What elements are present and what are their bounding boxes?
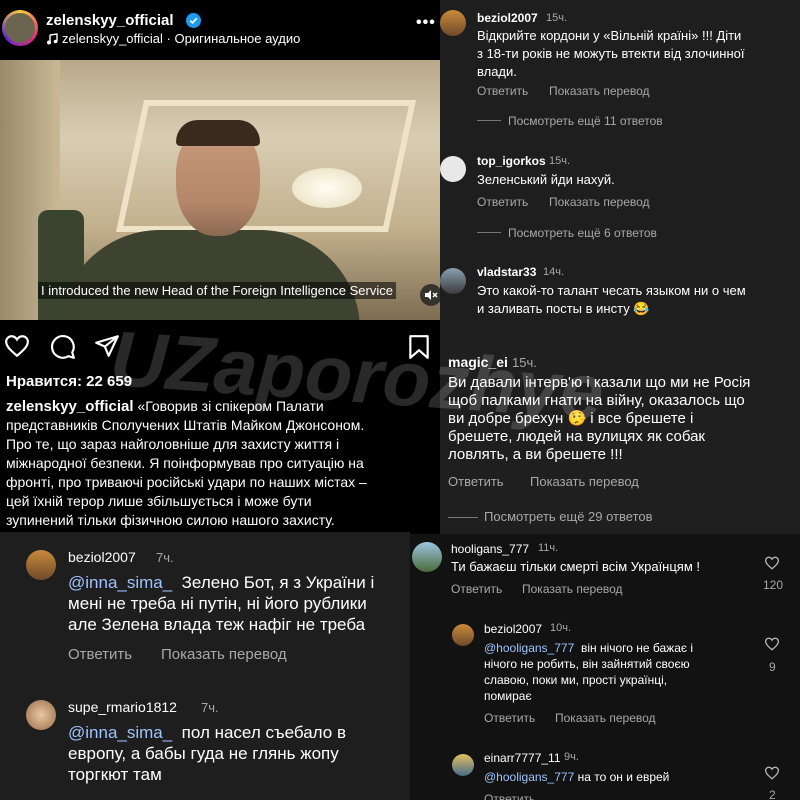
- bookmark-save-icon[interactable]: [408, 334, 430, 360]
- comment-text: Ви давали інтерв'ю і казали що ми не Рос…: [448, 374, 751, 463]
- caption-username[interactable]: zelenskyy_official: [6, 398, 134, 415]
- mention-link[interactable]: @inna_sima_: [68, 573, 172, 592]
- comment-username[interactable]: beziol2007: [484, 622, 542, 636]
- mute-button[interactable]: [420, 284, 440, 306]
- speaker-body: [60, 230, 360, 320]
- comment-time: 15ч.: [546, 12, 568, 24]
- speaker-hair: [176, 120, 260, 146]
- likes-count[interactable]: Нравится: 22 659: [6, 373, 132, 390]
- commenter-avatar[interactable]: [452, 754, 474, 776]
- replies-divider: [448, 517, 478, 518]
- comment-like-count: 9: [769, 660, 776, 674]
- view-replies-button[interactable]: Посмотреть ещё 6 ответов: [508, 226, 657, 240]
- caption-line-4: фронті, про триваючі російські удари по …: [6, 474, 367, 490]
- commenter-avatar[interactable]: [26, 550, 56, 580]
- mention-link[interactable]: @hooligans_777: [484, 641, 574, 655]
- reply-button[interactable]: Ответить: [477, 195, 528, 209]
- comment-like-heart-icon[interactable]: [764, 637, 780, 651]
- mention-link[interactable]: @inna_sima_: [68, 723, 172, 742]
- comment-username[interactable]: beziol2007: [477, 11, 538, 25]
- commenter-avatar[interactable]: [26, 700, 56, 730]
- reply-button[interactable]: Ответить: [477, 84, 528, 98]
- comment-time: 15ч.: [549, 155, 571, 167]
- replies-divider: [477, 120, 501, 121]
- verified-badge-icon: [186, 13, 201, 28]
- view-replies-button[interactable]: Посмотреть ещё 29 ответов: [484, 509, 653, 524]
- commenter-avatar[interactable]: [452, 624, 474, 646]
- caption-line-3: міжнародної безпеки. Я поінформував про …: [6, 455, 364, 471]
- reply-button[interactable]: Ответить: [484, 711, 535, 725]
- comment-like-count: 2: [769, 788, 776, 800]
- comment-username[interactable]: hooligans_777: [451, 542, 529, 556]
- caption-line-1: представників Сполучених Штатів Майком Д…: [6, 417, 365, 433]
- comment-like-count: 120: [763, 578, 784, 592]
- comment-bubble-icon[interactable]: [50, 334, 76, 360]
- post-username[interactable]: zelenskyy_official: [46, 12, 174, 29]
- view-replies-button[interactable]: Посмотреть ещё 11 ответов: [508, 114, 663, 128]
- translate-button[interactable]: Показать перевод: [549, 195, 650, 209]
- music-note-icon: [47, 33, 58, 45]
- comment-time: 10ч.: [550, 622, 572, 634]
- comment-username[interactable]: beziol2007: [68, 549, 136, 565]
- translate-button[interactable]: Показать перевод: [161, 646, 287, 663]
- comment-time: 7ч.: [201, 700, 219, 715]
- comment-username[interactable]: magic_ei: [448, 354, 508, 370]
- reply-button[interactable]: Ответить: [68, 646, 132, 663]
- comment-text: Это какой-то талант чесать языком ни о ч…: [477, 283, 746, 316]
- post-author-avatar[interactable]: [2, 10, 38, 46]
- comment-username[interactable]: vladstar33: [477, 265, 536, 279]
- comment-time: 7ч.: [156, 550, 174, 565]
- left-bottom-comments: beziol2007 7ч. @inna_sima_ Зелено Бот, я…: [0, 532, 410, 800]
- commenter-avatar[interactable]: [440, 156, 466, 182]
- comment-time: 11ч.: [538, 542, 559, 554]
- comment-username[interactable]: supe_rmario1812: [68, 699, 177, 715]
- caption-line-0: «Говорив зі спікером Палати: [137, 398, 324, 414]
- translate-button[interactable]: Показать перевод: [555, 711, 656, 725]
- post-audio-label[interactable]: zelenskyy_official · Оригинальное аудио: [62, 31, 300, 46]
- comment-like-heart-icon[interactable]: [764, 766, 780, 780]
- magic-comment-panel: magic_ei 15ч. Ви давали інтерв'ю і казал…: [440, 322, 800, 534]
- comment-text: Відкрийте кордони у «Вільній країні» !!!…: [477, 28, 745, 79]
- translate-button[interactable]: Показать перевод: [530, 474, 639, 489]
- comment-text: Зеленський йди нахуй.: [477, 172, 615, 187]
- more-options-icon[interactable]: •••: [416, 14, 436, 32]
- speaker-muted-icon: [425, 290, 438, 300]
- commenter-avatar[interactable]: [440, 10, 466, 36]
- ceiling-ornament: [115, 100, 417, 232]
- comment-time: 14ч.: [543, 266, 565, 278]
- like-heart-icon[interactable]: [4, 334, 30, 358]
- comment-text: @hooligans_777 він нічого не бажає і ніч…: [484, 641, 694, 703]
- right-bottom-comments: hooligans_777 11ч. Ти бажаєш тільки смер…: [410, 534, 800, 800]
- translate-button[interactable]: Показать перевод: [522, 582, 623, 596]
- replies-divider: [477, 232, 501, 233]
- comment-username[interactable]: einarr7777_11: [484, 751, 561, 765]
- comment-username[interactable]: top_igorkos: [477, 154, 546, 168]
- mention-link[interactable]: @hooligans_777: [484, 770, 574, 784]
- caption-line-6: зупинений тільки фізичною силою нашого з…: [6, 512, 335, 528]
- translate-button[interactable]: Показать перевод: [549, 84, 650, 98]
- video-caption: I introduced the new Head of the Foreign…: [38, 282, 396, 299]
- reply-button[interactable]: Ответить: [451, 582, 502, 596]
- post-caption: zelenskyy_official «Говорив зі спікером …: [6, 397, 438, 530]
- comment-text: @inna_sima_ пол насел съебало в европу, …: [68, 723, 346, 784]
- right-top-comments: beziol2007 15ч. Відкрийте кордони у «Віл…: [440, 0, 800, 322]
- reply-button[interactable]: Ответить: [484, 792, 535, 800]
- ceiling-light: [292, 168, 362, 208]
- caption-line-5: цей їхній терор лише збільшується і може…: [6, 493, 312, 509]
- comment-time: 9ч.: [564, 751, 579, 763]
- video-frame[interactable]: I introduced the new Head of the Foreign…: [0, 60, 440, 320]
- comment-text: @hooligans_777 на то он и еврей: [484, 770, 670, 784]
- comment-text: Ти бажаєш тільки смерті всім Українцям !: [451, 559, 701, 574]
- comment-time: 15ч.: [512, 355, 537, 370]
- comment-like-heart-icon[interactable]: [764, 556, 780, 570]
- reply-button[interactable]: Ответить: [448, 474, 504, 489]
- caption-line-2: Про те, що зараз найголовніше для захист…: [6, 436, 340, 452]
- commenter-avatar[interactable]: [412, 542, 442, 572]
- commenter-avatar[interactable]: [440, 268, 466, 294]
- comment-text: @inna_sima_ Зелено Бот, я з України і ме…: [68, 573, 375, 634]
- share-send-icon[interactable]: [94, 334, 120, 358]
- post-panel: zelenskyy_official zelenskyy_official · …: [0, 0, 440, 532]
